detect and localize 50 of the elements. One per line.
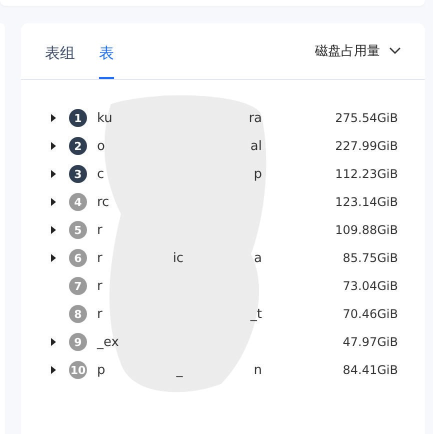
table-name-fragment: ra [248,110,262,126]
table-name-fragment: r [97,250,102,266]
disk-size: 109.88GiB [335,223,398,237]
rank-badge: 1 [69,109,87,127]
rank-badge: 4 [69,193,87,211]
disk-size: 227.99GiB [335,139,398,153]
rank-badge: 5 [69,221,87,239]
table-name-fragment: r [97,278,102,294]
rank-badge: 6 [69,249,87,267]
table-name-fragment: a [254,250,262,266]
expand-arrow-icon[interactable] [51,142,56,150]
table-name-fragment: o [97,138,105,154]
disk-size: 84.41GiB [342,363,398,377]
rank-badge: 9 [69,333,87,351]
table-name-fragment: _ex [97,334,119,350]
table-name-fragment: p [254,166,262,182]
table-name-fragment: n [254,362,262,378]
table-name-fragment: _ [176,362,183,378]
disk-size: 85.75GiB [342,251,398,265]
expand-arrow-icon[interactable] [51,254,56,262]
table-name-fragment: r [97,306,102,322]
expand-arrow-icon[interactable] [51,226,56,234]
expand-arrow-icon[interactable] [51,198,56,206]
rank-badge: 10 [69,361,87,379]
rank-badge: 7 [69,277,87,295]
expand-arrow-icon[interactable] [51,366,56,374]
disk-size: 112.23GiB [335,167,398,181]
table-name-fragment: p [97,362,106,378]
disk-size: 73.04GiB [342,279,398,293]
tab[interactable]: 表 [99,44,114,79]
sort-dropdown[interactable]: 磁盘占用量 [315,42,401,79]
table-name-fragment: ic [172,250,184,266]
rank-badge: 3 [69,165,87,183]
disk-size: 70.46GiB [342,307,398,321]
expand-arrow-icon[interactable] [51,338,56,346]
disk-size: 123.14GiB [335,195,398,209]
tab[interactable]: 表组 [45,44,75,79]
expand-arrow-icon[interactable] [51,170,56,178]
table-name-fragment: _t [250,306,262,322]
rank-badge: 2 [69,137,87,155]
rank-badge: 8 [69,305,87,323]
table-name-fragment: rc [97,194,110,210]
table-name-fragment: c [97,166,104,182]
table-name-fragment: al [250,138,262,154]
table-name-fragment: r [97,222,102,238]
expand-arrow-icon[interactable] [51,114,56,122]
table-name-fragment: ku [97,110,112,126]
disk-size: 275.54GiB [335,111,398,125]
disk-size: 47.97GiB [342,335,398,349]
chevron-down-icon [389,47,401,55]
